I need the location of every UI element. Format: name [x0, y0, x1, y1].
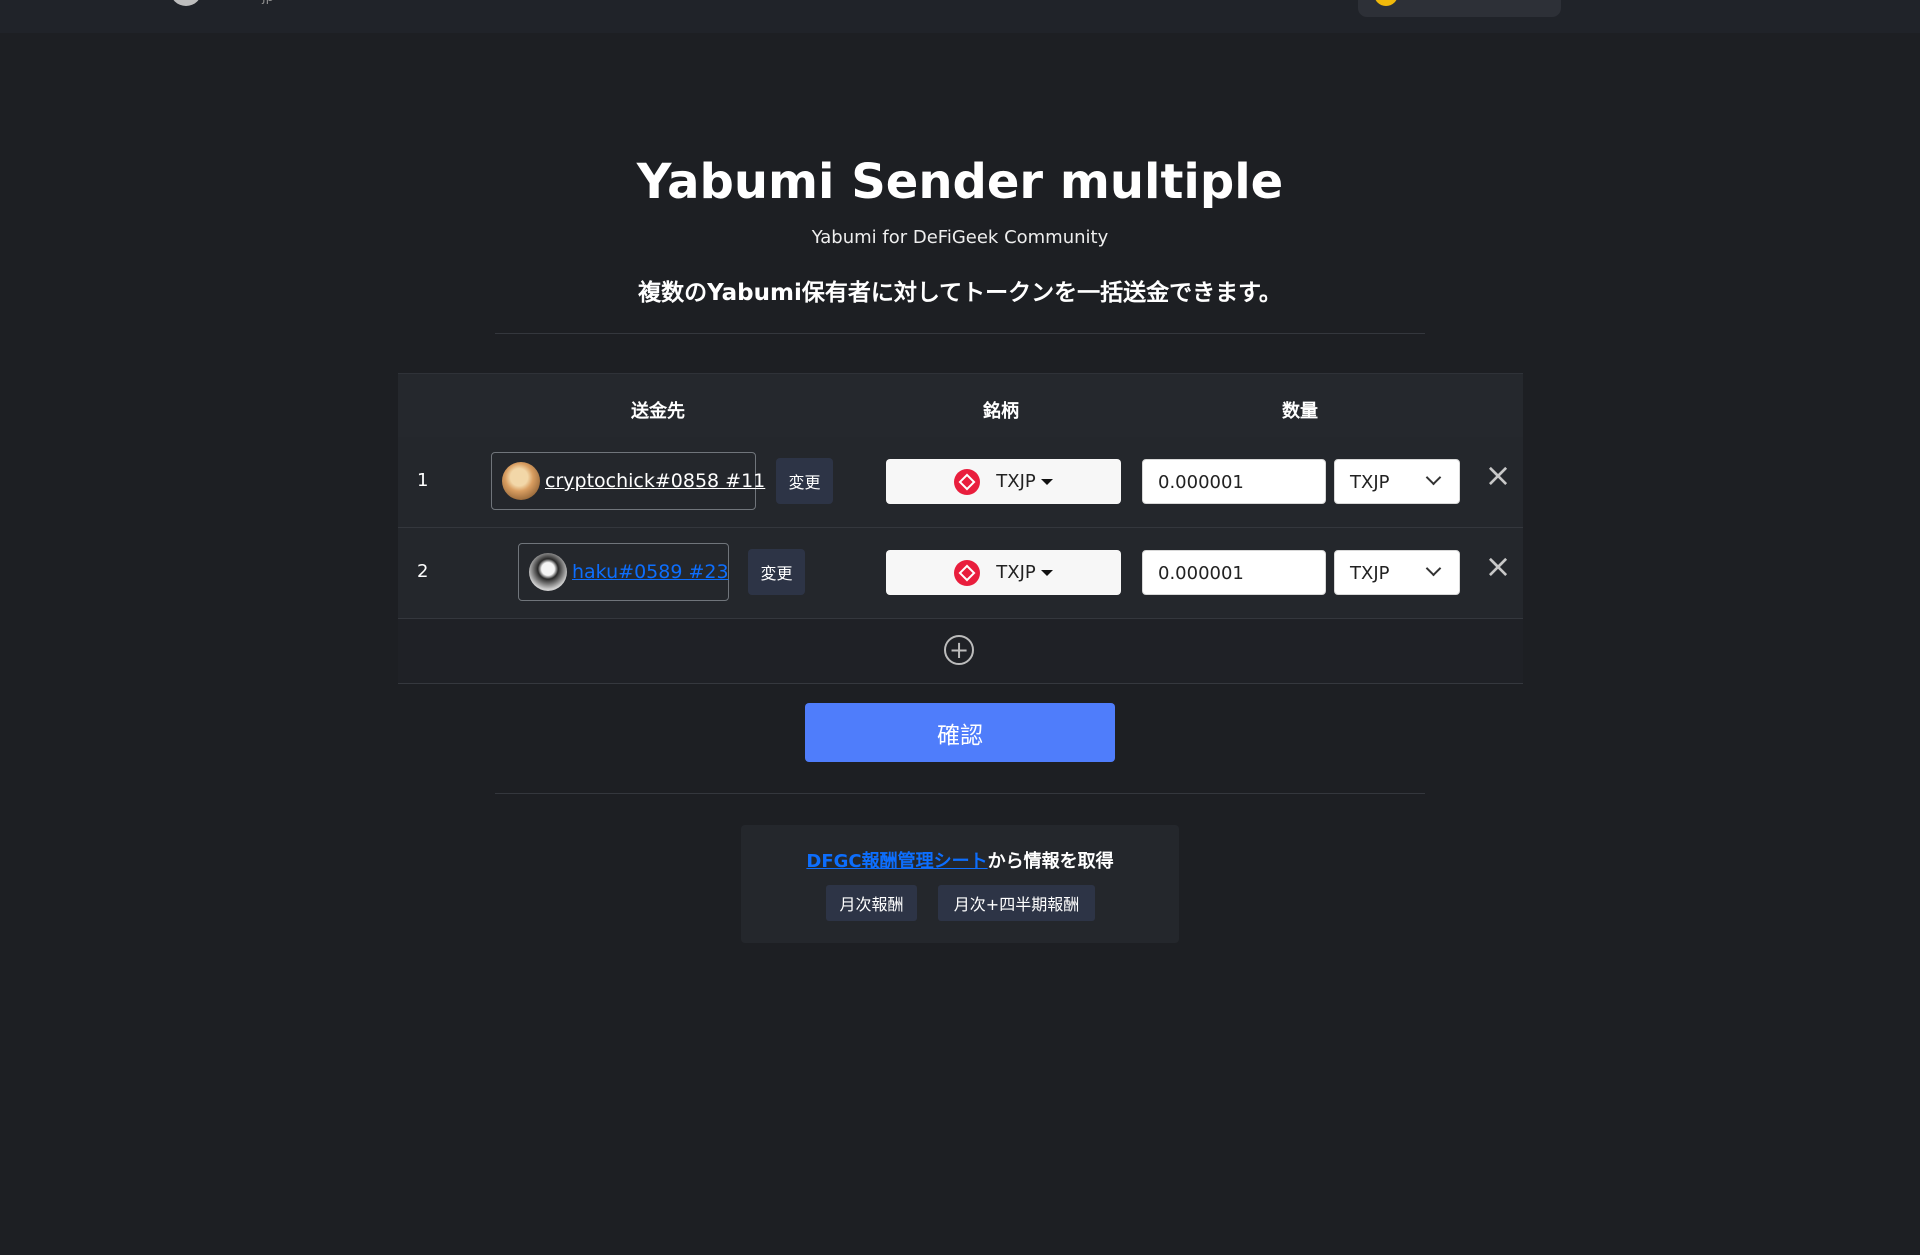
table-row: 1 cryptochick#0858 #11 変更 TXJP 0.000001 … — [398, 437, 1523, 528]
token-label: TXJP — [996, 471, 1036, 492]
transfer-table: 送金先 銘柄 数量 1 cryptochick#0858 #11 変更 TXJP… — [398, 373, 1523, 684]
site-logo[interactable] — [170, 0, 202, 6]
change-recipient-button[interactable]: 変更 — [776, 458, 833, 504]
top-navigation-bar: jp … … … … — [0, 0, 1920, 33]
page-title: Yabumi Sender multiple — [636, 154, 1284, 210]
row-index: 1 — [417, 470, 429, 491]
sheet-import-suffix: から情報を取得 — [987, 851, 1114, 872]
recipient-card[interactable]: cryptochick#0858 #11 — [491, 452, 765, 510]
page-description: 複数のYabumi保有者に対してトークンを一括送金できます。 — [638, 280, 1282, 306]
chevron-down-icon — [1425, 469, 1442, 486]
table-header: 送金先 銘柄 数量 — [398, 373, 1523, 438]
sheet-import-text: DFGC報酬管理シートから情報を取得 — [741, 847, 1179, 873]
confirm-button[interactable]: 確認 — [805, 703, 1115, 762]
add-row-area: + — [398, 619, 1523, 684]
monthly-quarterly-reward-button[interactable]: 月次+四半期報酬 — [938, 885, 1095, 921]
reward-sheet-link[interactable]: DFGC報酬管理シート — [806, 851, 987, 872]
top-nav-item[interactable]: … — [706, 0, 721, 4]
column-token: 銘柄 — [983, 401, 1019, 422]
recipient-link[interactable]: cryptochick#0858 #11 — [545, 470, 765, 492]
column-recipient: 送金先 — [631, 401, 685, 422]
table-row: 2 haku#0589 #23 変更 TXJP 0.000001 TXJP × — [398, 528, 1523, 619]
page-subtitle: Yabumi for DeFiGeek Community — [811, 227, 1109, 248]
chevron-down-icon — [1425, 560, 1442, 577]
top-nav-item[interactable]: … — [841, 0, 856, 4]
unit-select[interactable]: TXJP — [1334, 550, 1460, 595]
change-recipient-button[interactable]: 変更 — [748, 549, 805, 595]
row-index: 2 — [417, 561, 429, 582]
column-amount: 数量 — [1282, 401, 1318, 422]
top-nav-item[interactable]: … — [796, 0, 811, 4]
token-dropdown[interactable]: TXJP — [886, 550, 1121, 595]
top-nav-item[interactable]: … — [751, 0, 766, 4]
header-divider — [495, 333, 1425, 334]
txjp-token-icon — [954, 559, 981, 586]
top-nav-links: … … … … — [706, 0, 856, 4]
txjp-token-icon — [954, 468, 981, 495]
unit-label: TXJP — [1350, 563, 1390, 584]
remove-row-icon[interactable]: × — [1483, 459, 1513, 491]
caret-down-icon — [1040, 569, 1053, 576]
amount-input[interactable]: 0.000001 — [1142, 459, 1326, 504]
logo-text: jp — [262, 0, 284, 5]
unit-label: TXJP — [1350, 472, 1390, 493]
recipient-link[interactable]: haku#0589 #23 — [572, 561, 729, 583]
token-label: TXJP — [996, 562, 1036, 583]
unit-select[interactable]: TXJP — [1334, 459, 1460, 504]
section-divider — [495, 793, 1425, 794]
add-row-icon[interactable]: + — [944, 635, 974, 665]
remove-row-icon[interactable]: × — [1483, 550, 1513, 582]
recipient-card[interactable]: haku#0589 #23 — [518, 543, 729, 601]
avatar — [502, 462, 540, 500]
wallet-button[interactable] — [1358, 0, 1561, 17]
caret-down-icon — [1040, 478, 1053, 485]
token-dropdown[interactable]: TXJP — [886, 459, 1121, 504]
wallet-status-icon — [1374, 0, 1398, 6]
sheet-import-panel: DFGC報酬管理シートから情報を取得 月次報酬 月次+四半期報酬 — [741, 825, 1179, 943]
amount-input[interactable]: 0.000001 — [1142, 550, 1326, 595]
avatar — [529, 553, 567, 591]
monthly-reward-button[interactable]: 月次報酬 — [826, 885, 917, 921]
